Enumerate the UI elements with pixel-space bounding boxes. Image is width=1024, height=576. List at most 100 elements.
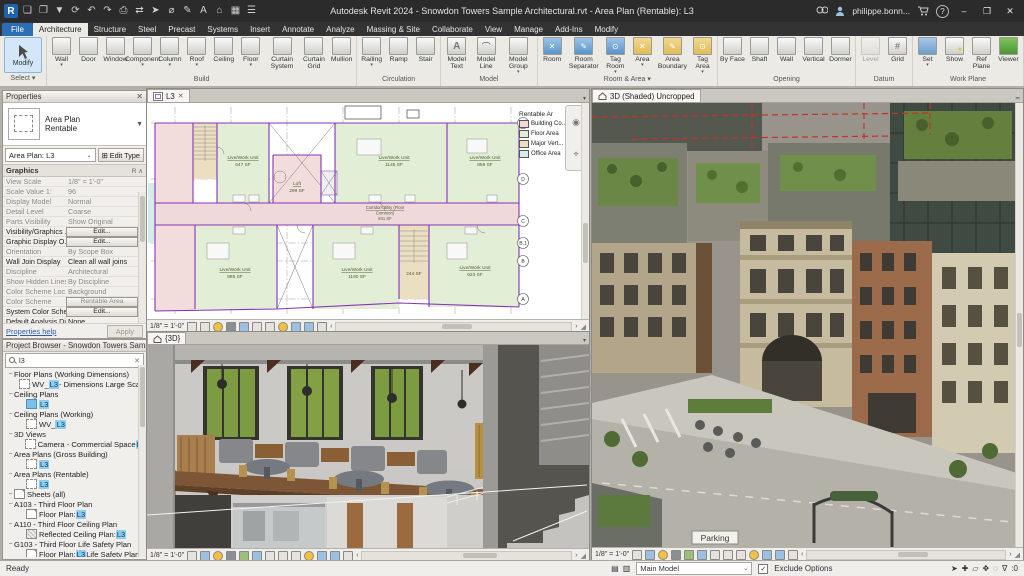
ribbon-button-roof[interactable]: Roof ▾ bbox=[183, 36, 210, 68]
ribbon-tab-annotate[interactable]: Annotate bbox=[276, 23, 320, 36]
ribbon-button-model-line[interactable]: Model Line bbox=[471, 36, 501, 71]
scale-control[interactable]: 1/8" = 1'-0" bbox=[150, 552, 184, 559]
open-icon[interactable]: ❐ bbox=[37, 4, 50, 18]
ribbon-button-tag-room[interactable]: Tag Room▾ bbox=[602, 36, 629, 75]
ribbon-button-curtain-grid[interactable]: Curtain Grid bbox=[300, 36, 328, 71]
collapse-icon[interactable]: − bbox=[7, 411, 14, 418]
close-tab-icon[interactable]: ✕ bbox=[178, 92, 184, 100]
ribbon-tab-structure[interactable]: Structure bbox=[88, 23, 132, 36]
properties-scrollbar[interactable] bbox=[138, 192, 146, 323]
properties-header[interactable]: Properties ✕ bbox=[3, 91, 146, 103]
resize-grip[interactable]: ◢ bbox=[1015, 551, 1020, 559]
plan-vscrollbar[interactable] bbox=[581, 103, 589, 319]
ribbon-button-grid[interactable]: Grid bbox=[884, 36, 911, 64]
text-icon[interactable]: A bbox=[197, 4, 210, 18]
transfer-icon[interactable]: ⇄ bbox=[133, 4, 146, 18]
collapse-icon[interactable]: − bbox=[7, 501, 14, 508]
displace-icon[interactable] bbox=[330, 550, 341, 561]
sun-path-icon[interactable] bbox=[658, 549, 669, 560]
measure-icon[interactable]: ⌀ bbox=[165, 4, 178, 18]
collapse-icon[interactable]: − bbox=[7, 521, 14, 528]
sync-icon[interactable]: ⟳ bbox=[69, 4, 82, 18]
ribbon-button-room[interactable]: Room bbox=[539, 36, 566, 64]
ribbon-tab-massing-site[interactable]: Massing & Site bbox=[361, 23, 426, 36]
window-switch-icon[interactable]: ☰ bbox=[245, 4, 258, 18]
modify-button[interactable]: Modify bbox=[4, 37, 42, 73]
graphics-section-header[interactable]: Graphics R ∧ bbox=[3, 165, 146, 177]
apply-button[interactable]: Apply bbox=[106, 324, 143, 338]
ribbon-button-curtain-system[interactable]: Curtain System bbox=[264, 36, 299, 71]
ribbon-tab-modify[interactable]: Modify bbox=[589, 23, 625, 36]
tab-3d-default[interactable]: {3D} bbox=[147, 332, 187, 344]
tab-3d-shaded-uncropped[interactable]: 3D (Shaded) Uncropped bbox=[592, 89, 701, 102]
ribbon-tab-precast[interactable]: Precast bbox=[162, 23, 201, 36]
ribbon-tab-insert[interactable]: Insert bbox=[244, 23, 276, 36]
temporary-hide-icon[interactable] bbox=[317, 550, 328, 561]
print-icon[interactable]: ⎙ bbox=[117, 4, 130, 18]
ribbon-button-tag-area[interactable]: Tag Area▾ bbox=[689, 36, 716, 75]
browser-view-item[interactable]: L3 bbox=[5, 479, 146, 489]
views-icon[interactable]: ▦ bbox=[229, 4, 242, 18]
chevron-down-icon[interactable]: ▼ bbox=[136, 121, 143, 128]
ribbon-button-component[interactable]: Component ▾ bbox=[125, 36, 160, 68]
help-icon[interactable]: ? bbox=[936, 4, 949, 18]
browser-view-item[interactable]: L3 bbox=[5, 399, 146, 409]
background-processes-icon[interactable]: ◌ bbox=[993, 564, 998, 573]
browser-scrollbar[interactable] bbox=[138, 365, 146, 557]
property-edit-button[interactable]: Rentable Area bbox=[66, 296, 138, 307]
ribbon-button-area[interactable]: Area▾ bbox=[629, 36, 656, 68]
browser-group[interactable]: − Sheets (all) bbox=[5, 489, 146, 499]
filter-icon[interactable] bbox=[304, 321, 315, 332]
browser-group[interactable]: −3D Views bbox=[5, 429, 146, 439]
area-tag[interactable]: Live/Work Unit bbox=[378, 155, 410, 161]
ribbon-tab-analyze[interactable]: Analyze bbox=[320, 23, 360, 36]
panel-label[interactable]: Room & Area ▾ bbox=[539, 74, 716, 85]
redo-icon[interactable]: ↷ bbox=[101, 4, 114, 18]
modify-cursor-icon[interactable]: ➤ bbox=[149, 4, 162, 18]
browser-group[interactable]: − G103 - Third Floor Life Safety Plan bbox=[5, 539, 146, 549]
property-edit-button[interactable]: Edit... bbox=[66, 236, 138, 247]
signed-in-user[interactable]: philippe.bonn... bbox=[852, 6, 910, 16]
shadows-icon[interactable] bbox=[226, 321, 237, 332]
ribbon-button-by-face[interactable]: By Face bbox=[719, 36, 746, 64]
clear-search-icon[interactable]: ✕ bbox=[134, 357, 140, 365]
area-tag[interactable]: Live/Work Unit bbox=[227, 155, 259, 161]
interior-3d-rendering[interactable] bbox=[147, 345, 589, 548]
ribbon-tab-view[interactable]: View bbox=[479, 23, 508, 36]
design-options-icon[interactable]: ▥ bbox=[623, 564, 631, 573]
zoom-icon[interactable]: ⌖ bbox=[573, 149, 578, 160]
camera-icon[interactable] bbox=[252, 550, 263, 561]
measure-icon[interactable] bbox=[291, 550, 302, 561]
select-links-icon[interactable]: ➤ bbox=[951, 564, 958, 573]
properties-help-link[interactable]: Properties help bbox=[6, 327, 56, 336]
exclude-options-checkbox[interactable]: ✓ bbox=[758, 563, 769, 574]
filter-icon[interactable]: ∇ bbox=[1002, 564, 1007, 573]
collapse-icon[interactable]: − bbox=[7, 541, 14, 548]
new-file-icon[interactable]: ❏ bbox=[21, 4, 34, 18]
ribbon-button-vertical[interactable]: Vertical bbox=[800, 36, 827, 64]
resize-grip[interactable]: ◢ bbox=[581, 552, 586, 560]
browser-group[interactable]: − A103 - Third Floor Plan bbox=[5, 499, 146, 509]
ribbon-button-stair[interactable]: Stair bbox=[412, 36, 439, 64]
scroll-left-icon[interactable]: ‹ bbox=[801, 551, 803, 558]
ribbon-tab-add-ins[interactable]: Add-Ins bbox=[549, 23, 589, 36]
scroll-right-icon[interactable]: › bbox=[1009, 551, 1011, 558]
crop-region-icon[interactable] bbox=[187, 321, 198, 332]
crop-region-icon[interactable] bbox=[632, 549, 643, 560]
area-tag[interactable]: Corridor/Utility (Floor bbox=[366, 205, 405, 210]
area-tag[interactable]: Live/Work Unit bbox=[459, 265, 491, 271]
reveal-hidden-icon[interactable] bbox=[278, 321, 289, 332]
scroll-left-icon[interactable]: ‹ bbox=[330, 323, 332, 330]
tab-list-icon[interactable]: ≂ bbox=[1012, 95, 1023, 102]
browser-search-input[interactable]: l3 ✕ bbox=[5, 353, 144, 368]
city-vscrollbar[interactable] bbox=[1015, 103, 1023, 547]
ribbon-tab-architecture[interactable]: Architecture bbox=[32, 23, 88, 36]
undo-icon[interactable]: ↶ bbox=[85, 4, 98, 18]
restore-button[interactable]: ❐ bbox=[979, 6, 995, 17]
ribbon-button-area-boundary[interactable]: Area Boundary bbox=[656, 36, 689, 71]
browser-view-item[interactable]: WV_ L3 - Dimensions Large Scale bbox=[5, 379, 146, 389]
displace-icon[interactable] bbox=[775, 549, 786, 560]
visual-style-icon[interactable] bbox=[645, 549, 656, 560]
project-browser-header[interactable]: Project Browser - Snowdon Towers Sample … bbox=[3, 340, 146, 352]
ribbon-button-set[interactable]: Set ▾ bbox=[914, 36, 941, 68]
